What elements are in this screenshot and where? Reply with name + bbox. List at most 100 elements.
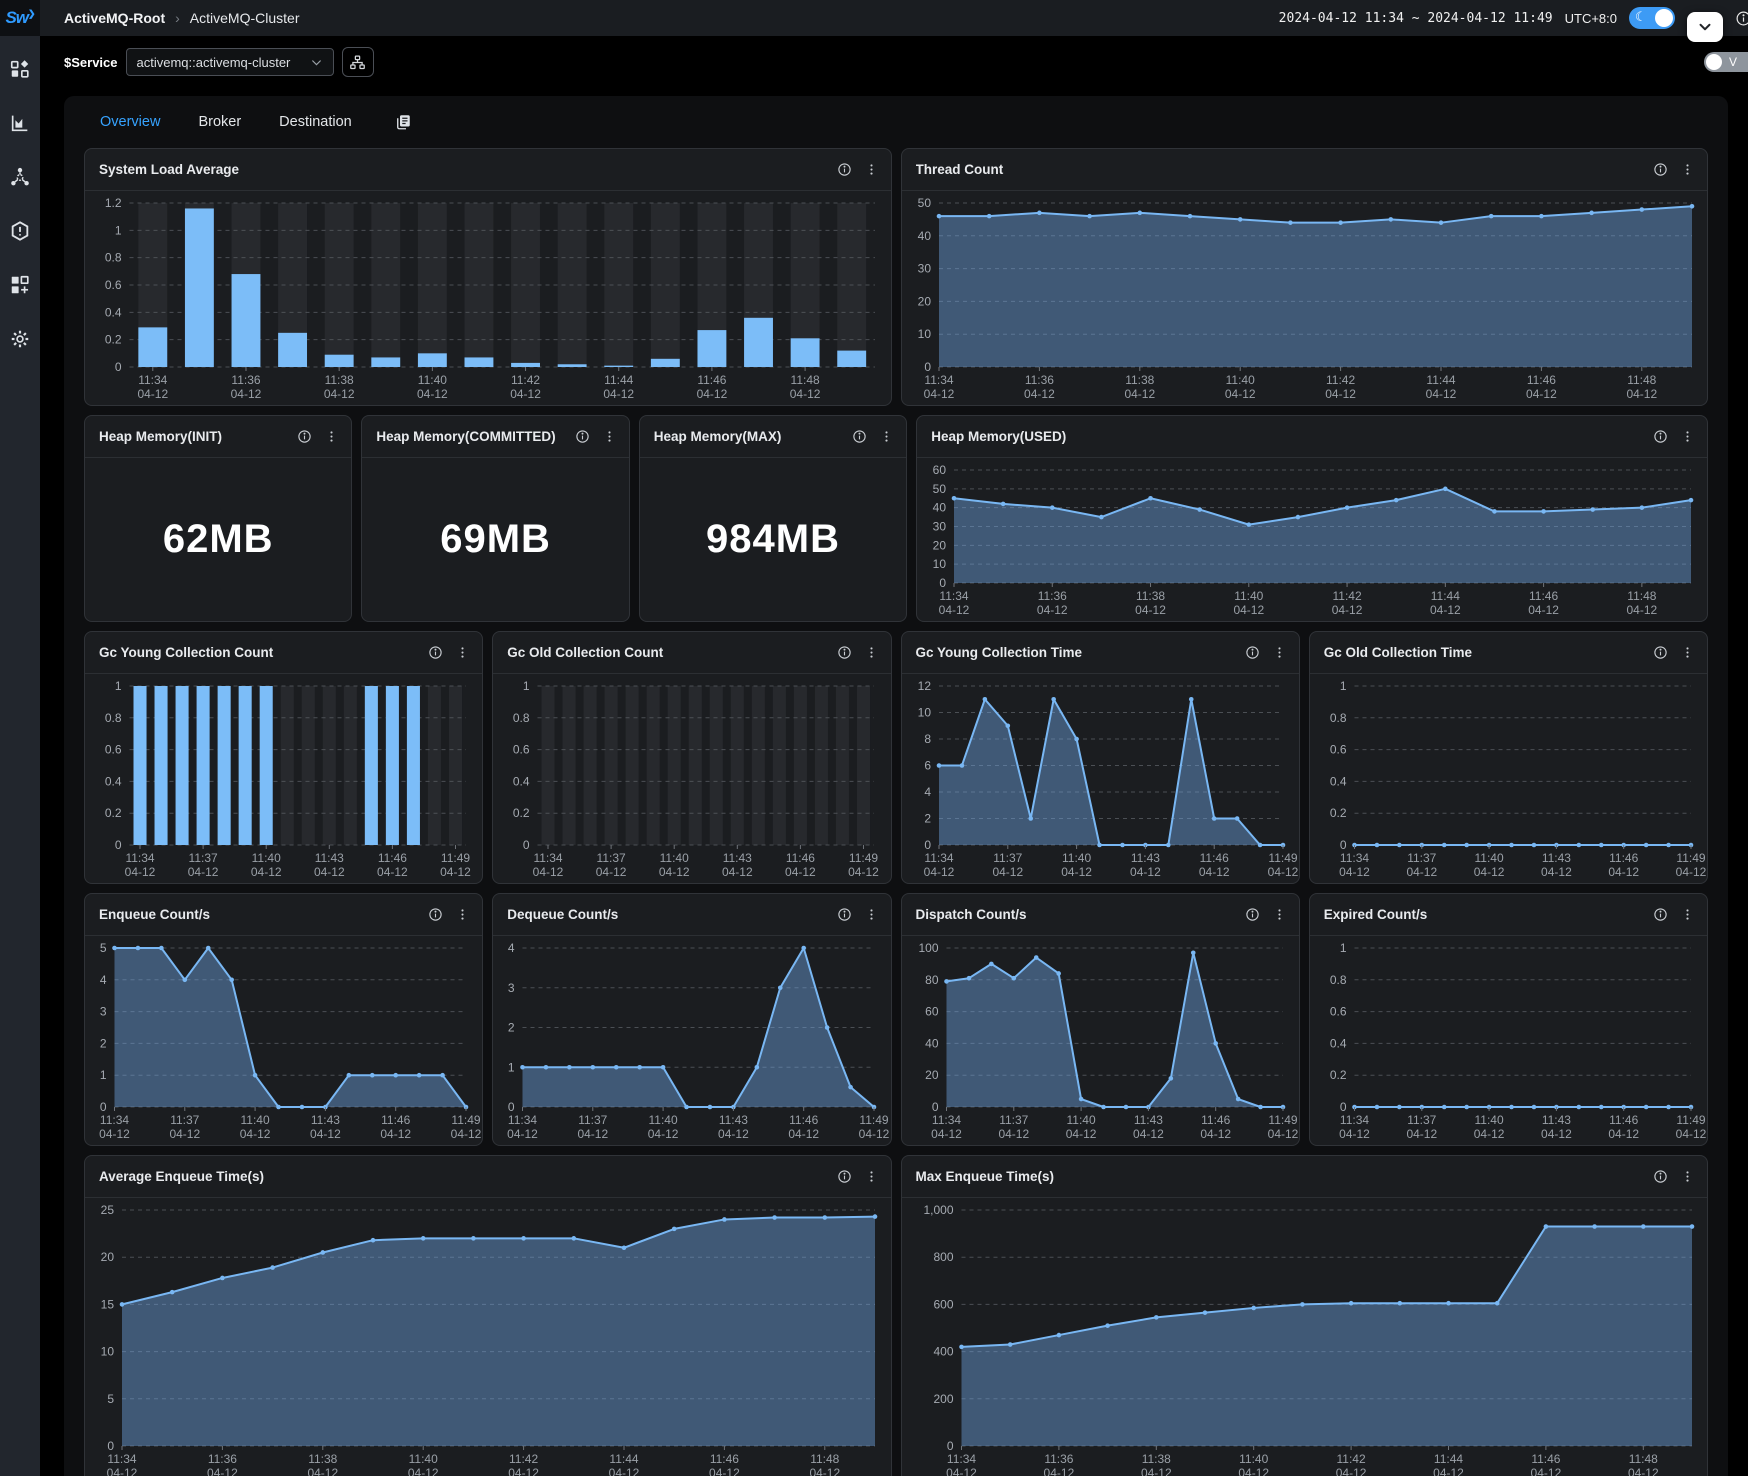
svg-text:0.8: 0.8 [513, 711, 530, 725]
kebab-menu-icon[interactable] [602, 429, 617, 444]
kebab-menu-icon[interactable] [864, 162, 879, 177]
panel-title: Max Enqueue Time(s) [916, 1169, 1642, 1184]
svg-text:11:38: 11:38 [1125, 373, 1154, 387]
chart-area[interactable]: 051015202511:3404-1211:3604-1211:3804-12… [85, 1198, 891, 1476]
kebab-menu-icon[interactable] [864, 907, 879, 922]
chart-area[interactable]: 0102030405011:3404-1211:3604-1211:3804-1… [902, 191, 1708, 405]
info-icon[interactable] [575, 429, 590, 444]
svg-text:8: 8 [924, 732, 931, 746]
skywalking-logo[interactable]: Sw❯ [5, 8, 34, 28]
kebab-menu-icon[interactable] [1680, 645, 1695, 660]
svg-text:10: 10 [917, 706, 931, 720]
service-topology-button[interactable] [342, 47, 374, 77]
chart-area[interactable]: 00.20.40.60.8111:3404-1211:3704-1211:400… [1310, 936, 1707, 1145]
tab-overview[interactable]: Overview [100, 114, 160, 130]
panel-heap-memory-committed: Heap Memory(COMMITTED)69MB [361, 415, 629, 622]
svg-text:11:34: 11:34 [931, 1113, 960, 1127]
kebab-menu-icon[interactable] [1680, 1169, 1695, 1184]
svg-text:0: 0 [931, 1100, 938, 1114]
chart-row-4: Enqueue Count/s01234511:3404-1211:3704-1… [84, 893, 1708, 1146]
toggle-knob [1655, 9, 1673, 27]
alerting-icon[interactable] [9, 220, 31, 242]
info-icon[interactable] [1245, 907, 1260, 922]
chart-bar[interactable]: 00.20.40.60.811.211:3404-1211:3604-1211:… [85, 191, 891, 405]
svg-text:11:40: 11:40 [409, 1452, 438, 1466]
kebab-menu-icon[interactable] [864, 1169, 879, 1184]
kebab-menu-icon[interactable] [1680, 429, 1695, 444]
kebab-menu-icon[interactable] [1272, 645, 1287, 660]
info-icon[interactable] [1653, 1169, 1668, 1184]
time-range[interactable]: 2024-04-12 11:34 ~ 2024-04-12 11:49 [1279, 11, 1553, 26]
breadcrumb-leaf: ActiveMQ-Cluster [190, 10, 300, 26]
svg-text:11:34: 11:34 [138, 373, 167, 387]
breadcrumb-root[interactable]: ActiveMQ-Root [64, 10, 165, 26]
chart-area[interactable]: 00.20.40.60.8111:3404-1211:3704-1211:400… [1310, 674, 1707, 883]
info-icon[interactable] [428, 907, 443, 922]
chart-area[interactable]: 0123411:3404-1211:3704-1211:4004-1211:43… [493, 936, 890, 1145]
chart-area[interactable]: 02040608010011:3404-1211:3704-1211:4004-… [902, 936, 1299, 1145]
svg-text:04-12: 04-12 [648, 1127, 679, 1141]
svg-text:11:46: 11:46 [697, 373, 726, 387]
kebab-menu-icon[interactable] [455, 907, 470, 922]
info-icon[interactable] [1653, 645, 1668, 660]
svg-text:04-12: 04-12 [992, 865, 1023, 879]
kebab-menu-icon[interactable] [1680, 162, 1695, 177]
chart-bar[interactable]: 00.20.40.60.8111:3404-1211:3704-1211:400… [85, 674, 482, 883]
chart-area[interactable]: 02004006008001,00011:3404-1211:3604-1211… [902, 1198, 1708, 1476]
info-icon[interactable] [837, 645, 852, 660]
chart-area[interactable]: 010203040506011:3404-1211:3604-1211:3804… [917, 458, 1707, 621]
tab-broker[interactable]: Broker [198, 114, 241, 130]
svg-text:04-12: 04-12 [1339, 1127, 1370, 1141]
chart-bar[interactable]: 00.20.40.60.8111:3404-1211:3704-1211:400… [493, 674, 890, 883]
kebab-menu-icon[interactable] [879, 429, 894, 444]
kebab-menu-icon[interactable] [455, 645, 470, 660]
kebab-menu-icon[interactable] [1680, 907, 1695, 922]
svg-text:0.2: 0.2 [105, 333, 122, 347]
collapse-header-button[interactable] [1687, 12, 1723, 42]
svg-text:04-12: 04-12 [1133, 1127, 1164, 1141]
tab-destination[interactable]: Destination [279, 114, 352, 130]
panel-title: Expired Count/s [1324, 907, 1641, 922]
header-info-icon[interactable] [1735, 10, 1748, 27]
svg-text:200: 200 [933, 1392, 953, 1406]
svg-text:11:40: 11:40 [1066, 1113, 1095, 1127]
info-icon[interactable] [1245, 645, 1260, 660]
svg-text:11:44: 11:44 [1426, 373, 1455, 387]
chart-plot-area: 010203040506011:3404-1211:3604-1211:3804… [917, 458, 1707, 621]
copy-dashboard-icon[interactable] [394, 113, 412, 131]
chart-plot-area: 02468101211:3404-1211:3704-1211:4004-121… [902, 674, 1299, 883]
info-icon[interactable] [1653, 429, 1668, 444]
kebab-menu-icon[interactable] [1272, 907, 1287, 922]
dark-mode-toggle[interactable]: ☾ [1629, 7, 1675, 29]
info-icon[interactable] [837, 162, 852, 177]
svg-text:04-12: 04-12 [697, 387, 728, 401]
kebab-menu-icon[interactable] [324, 429, 339, 444]
marketplace-icon[interactable] [9, 58, 31, 80]
info-icon[interactable] [1653, 162, 1668, 177]
info-icon[interactable] [428, 645, 443, 660]
svg-text:04-12: 04-12 [1626, 387, 1657, 401]
svg-text:11:46: 11:46 [786, 851, 815, 865]
svg-text:11:46: 11:46 [1199, 851, 1228, 865]
version-toggle[interactable]: V [1704, 52, 1748, 72]
info-icon[interactable] [837, 907, 852, 922]
info-icon[interactable] [852, 429, 867, 444]
svg-text:04-12: 04-12 [125, 865, 156, 879]
new-dashboard-icon[interactable] [9, 274, 31, 296]
svg-text:60: 60 [925, 1005, 939, 1019]
dashboards-icon[interactable] [9, 112, 31, 134]
svg-text:04-12: 04-12 [1200, 1127, 1231, 1141]
svg-text:04-12: 04-12 [417, 387, 448, 401]
info-icon[interactable] [1653, 907, 1668, 922]
svg-text:11:48: 11:48 [1627, 589, 1656, 603]
settings-gear-icon[interactable] [9, 328, 31, 350]
chart-area[interactable]: 02468101211:3404-1211:3704-1211:4004-121… [902, 674, 1299, 883]
chart-area[interactable]: 01234511:3404-1211:3704-1211:4004-1211:4… [85, 936, 482, 1145]
info-icon[interactable] [837, 1169, 852, 1184]
svg-text:1.2: 1.2 [105, 196, 122, 210]
info-icon[interactable] [297, 429, 312, 444]
service-select[interactable]: activemq::activemq-cluster [126, 48, 334, 76]
topology-icon[interactable] [9, 166, 31, 188]
kebab-menu-icon[interactable] [864, 645, 879, 660]
svg-text:4: 4 [100, 973, 107, 987]
